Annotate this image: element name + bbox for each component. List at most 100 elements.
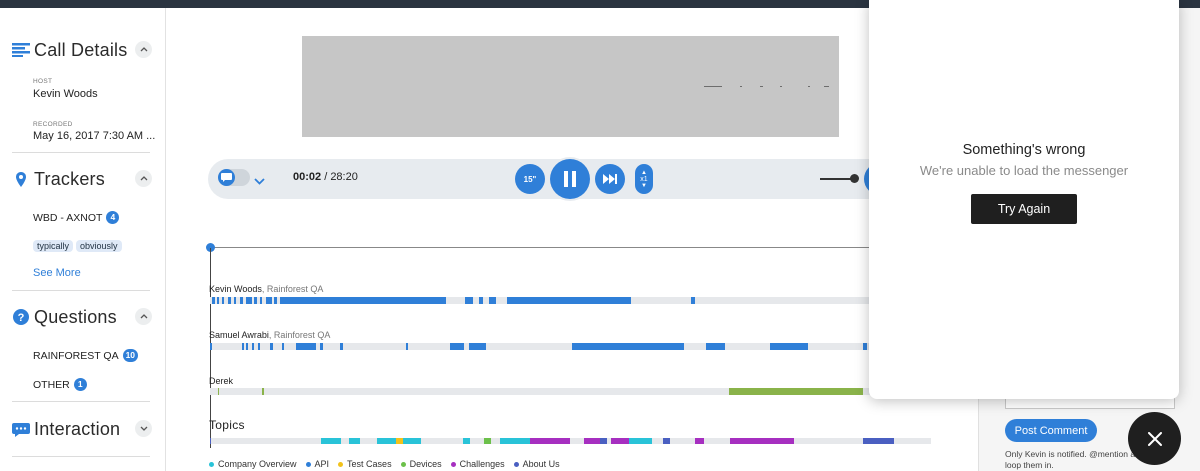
chevron-up-icon[interactable] xyxy=(135,170,152,187)
legend-label: Challenges xyxy=(459,459,505,469)
speech-segment xyxy=(489,297,496,304)
recorded-value: May 16, 2017 7:30 AM ... xyxy=(33,130,156,142)
video-player[interactable] xyxy=(302,36,839,137)
speech-segment xyxy=(274,297,277,304)
speech-segment xyxy=(242,343,244,350)
topic-segment xyxy=(463,438,470,444)
speaker-track-kevin[interactable] xyxy=(210,297,870,304)
speech-segment xyxy=(465,297,473,304)
legend-item: API xyxy=(305,459,330,469)
speech-segment xyxy=(240,297,243,304)
close-icon xyxy=(1147,431,1162,446)
pause-icon xyxy=(564,171,576,187)
legend-dot xyxy=(513,461,519,467)
legend-item: Devices xyxy=(400,459,442,469)
tracker-item[interactable]: WBD - AXNOT 4 xyxy=(33,211,120,224)
legend-item: Challenges xyxy=(450,459,505,469)
fast-forward-icon xyxy=(603,174,617,184)
tracker-count-badge: 4 xyxy=(106,211,120,224)
speech-segment xyxy=(469,343,486,350)
speech-segment xyxy=(406,343,408,350)
questions-header[interactable]: ? Questions xyxy=(12,304,152,330)
legend-dot xyxy=(305,461,311,467)
speech-segment xyxy=(729,388,863,395)
speech-segment xyxy=(270,343,273,350)
speaker-label: Samuel Awrabi, Rainforest QA xyxy=(209,330,330,340)
legend-label: Test Cases xyxy=(347,459,392,469)
chevron-down-icon: ▼ xyxy=(641,182,647,189)
topics-label: Topics xyxy=(209,418,245,432)
post-comment-button[interactable]: Post Comment xyxy=(1005,419,1097,442)
chevron-down-icon[interactable] xyxy=(135,420,152,437)
volume-slider-track[interactable] xyxy=(820,178,852,180)
messenger-error-subtitle: We're unable to load the messenger xyxy=(919,163,1129,178)
speech-segment xyxy=(212,297,215,304)
speech-segment xyxy=(507,297,631,304)
legend-label: API xyxy=(314,459,330,469)
speaker-company: , Rainforest QA xyxy=(268,330,331,340)
skip-back-button[interactable]: 15" xyxy=(515,164,545,194)
speaker-name: Kevin Woods xyxy=(209,284,262,294)
topic-segment xyxy=(530,438,570,444)
topic-segment xyxy=(403,438,421,444)
speech-segment xyxy=(252,343,254,350)
comments-toggle[interactable] xyxy=(218,169,250,186)
call-details-header[interactable]: Call Details xyxy=(12,37,152,63)
recorded-label: RECORDED xyxy=(33,121,73,128)
speech-segment xyxy=(572,343,684,350)
see-more-link[interactable]: See More xyxy=(33,267,81,279)
speed-button[interactable]: ▲ x1 ▼ xyxy=(635,164,653,194)
pause-button[interactable] xyxy=(550,159,590,199)
tracker-chip[interactable]: typically xyxy=(33,240,74,252)
topic-segment xyxy=(600,438,607,444)
caption-artifact xyxy=(824,86,829,87)
caption-artifact xyxy=(740,86,742,87)
chevron-up-icon[interactable] xyxy=(135,308,152,325)
topic-segment xyxy=(210,438,211,444)
tracker-chip[interactable]: obviously xyxy=(76,240,122,252)
interaction-header[interactable]: Interaction xyxy=(12,416,152,442)
trackers-header[interactable]: Trackers xyxy=(12,166,152,192)
legend-dot xyxy=(338,461,344,467)
speech-segment xyxy=(262,388,264,395)
total-time: 28:20 xyxy=(330,171,358,183)
location-pin-icon xyxy=(12,170,30,188)
speech-segment xyxy=(479,297,483,304)
sidebar: Call Details HOST Kevin Woods RECORDED M… xyxy=(0,8,166,471)
topic-segment xyxy=(629,438,652,444)
legend-dot xyxy=(209,461,214,467)
topics-track[interactable] xyxy=(210,438,931,444)
speech-segment xyxy=(282,343,284,350)
list-icon xyxy=(12,41,30,59)
skip-back-label: 15" xyxy=(523,174,537,184)
question-item[interactable]: RAINFOREST QA 10 xyxy=(33,349,139,362)
topic-segment xyxy=(663,438,670,444)
volume-slider-handle[interactable] xyxy=(850,174,859,183)
divider xyxy=(12,401,150,402)
chat-bubble-icon xyxy=(218,169,235,186)
speech-segment xyxy=(770,343,808,350)
topic-segment xyxy=(611,438,629,444)
topic-segment xyxy=(695,438,704,444)
host-label: HOST xyxy=(33,78,53,85)
speech-segment xyxy=(266,297,272,304)
question-count-badge: 1 xyxy=(73,378,87,391)
topic-segment xyxy=(584,438,600,444)
close-messenger-button[interactable] xyxy=(1128,412,1181,465)
skip-forward-button[interactable] xyxy=(595,164,625,194)
speech-segment xyxy=(246,343,248,350)
call-details-title: Call Details xyxy=(34,39,128,60)
question-item[interactable]: OTHER 1 xyxy=(33,378,87,391)
messenger-popup: Something's wrong We're unable to load t… xyxy=(869,0,1179,399)
tracker-chips: typically obviously xyxy=(33,236,125,254)
chevron-up-icon[interactable] xyxy=(135,41,152,58)
speaker-track-samuel[interactable] xyxy=(210,343,870,350)
legend-dot xyxy=(400,461,406,467)
speaker-label: Kevin Woods, Rainforest QA xyxy=(209,284,323,294)
legend-dot xyxy=(450,461,456,467)
chevron-down-icon[interactable] xyxy=(254,172,265,190)
speaker-track-derek[interactable] xyxy=(210,388,870,395)
try-again-button[interactable]: Try Again xyxy=(971,194,1077,224)
legend-item: Test Cases xyxy=(338,459,392,469)
caption-artifact xyxy=(808,86,810,87)
